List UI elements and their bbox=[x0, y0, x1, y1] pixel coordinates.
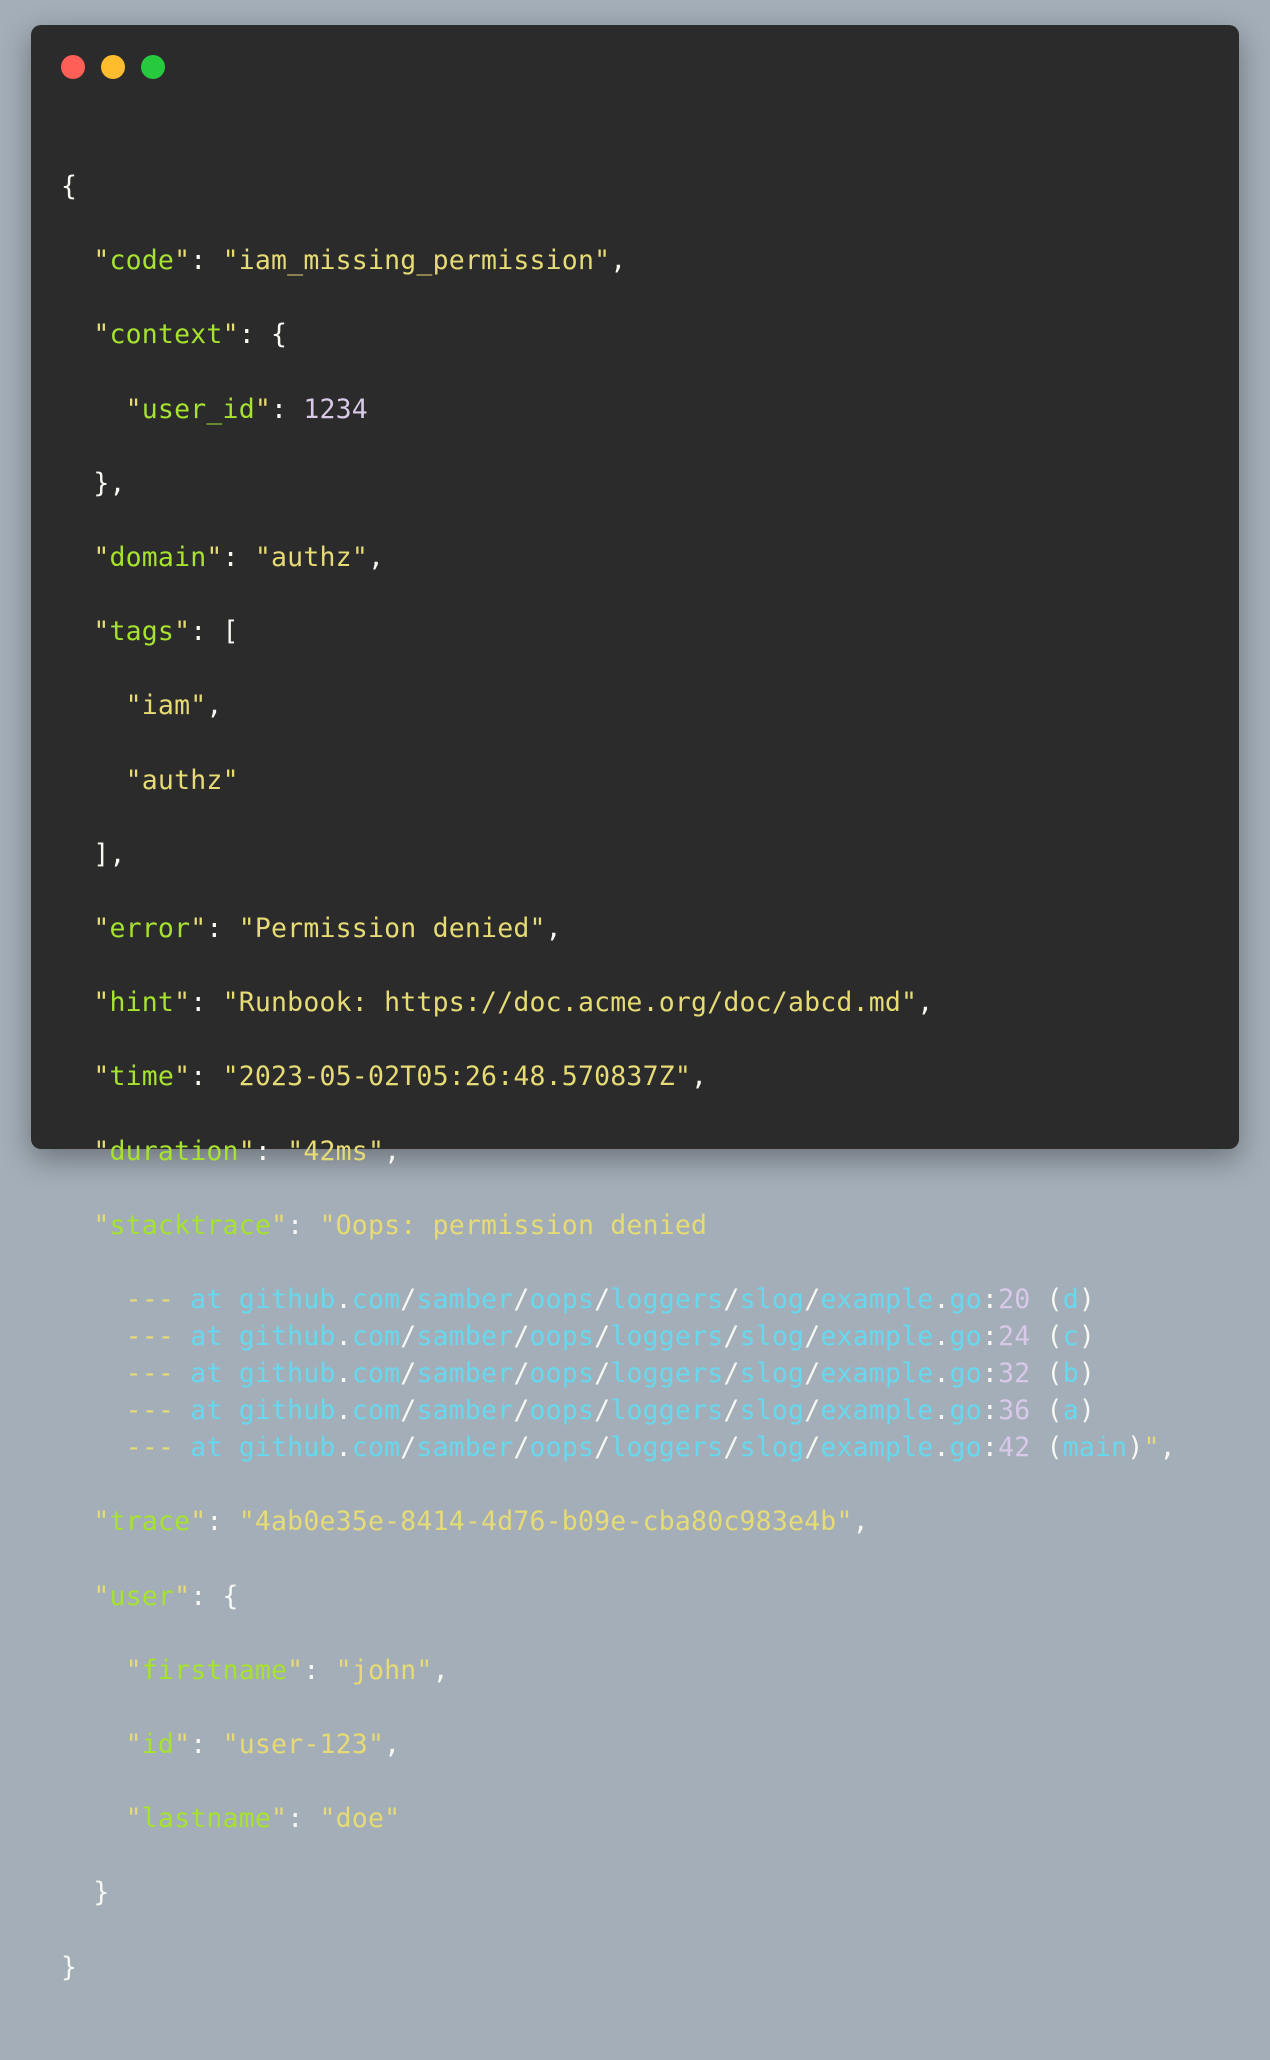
code-line: "user": { bbox=[93, 1580, 239, 1612]
frame-file: example bbox=[820, 1358, 934, 1390]
frame-file: example bbox=[820, 1283, 934, 1315]
frame-host2: com bbox=[351, 1321, 401, 1352]
stack-frame-line: --- at github.com/samber/oops/loggers/sl… bbox=[125, 1358, 1095, 1390]
frame-path-3: loggers bbox=[610, 1432, 724, 1464]
frame-line-number: 24 bbox=[998, 1321, 1031, 1352]
frame-host1: github bbox=[238, 1395, 336, 1427]
frame-file: example bbox=[820, 1432, 934, 1464]
stacktrace-head: Oops: permission denied bbox=[335, 1209, 708, 1241]
frame-function: main bbox=[1062, 1432, 1128, 1464]
domain-value: authz bbox=[271, 542, 352, 574]
time-value: 2023-05-02T05:26:48.570837Z bbox=[238, 1061, 675, 1093]
frame-ext: go bbox=[949, 1432, 982, 1464]
frame-path-1: samber bbox=[416, 1395, 514, 1427]
frame-line-number: 32 bbox=[998, 1358, 1031, 1390]
frame-path-4: slog bbox=[739, 1432, 805, 1464]
error-value: Permission denied bbox=[254, 912, 530, 944]
frame-path-2: oops bbox=[529, 1395, 595, 1427]
minimize-button[interactable] bbox=[101, 55, 125, 79]
code-line: "code": "iam_missing_permission", bbox=[93, 245, 627, 277]
code-line: }, bbox=[93, 467, 126, 499]
frame-ext: go bbox=[949, 1283, 982, 1315]
frame-line-number: 36 bbox=[998, 1395, 1031, 1427]
code-line: ], bbox=[93, 838, 126, 870]
frame-path-4: slog bbox=[739, 1358, 805, 1390]
tag-value: iam bbox=[141, 690, 191, 722]
code-line: "lastname": "doe" bbox=[125, 1803, 401, 1835]
code-line: "authz" bbox=[125, 764, 239, 796]
code-line: "context": { bbox=[93, 319, 288, 351]
code-line: "domain": "authz", bbox=[93, 542, 385, 574]
close-button[interactable] bbox=[61, 55, 85, 79]
code-line: "trace": "4ab0e35e-8414-4d76-b09e-cba80c… bbox=[93, 1506, 869, 1538]
code-line: { bbox=[61, 171, 78, 203]
frame-path-3: loggers bbox=[610, 1283, 724, 1315]
code-line: "user_id": 1234 bbox=[125, 393, 368, 425]
stack-frame-line: --- at github.com/samber/oops/loggers/sl… bbox=[125, 1395, 1095, 1427]
user-id-value: 1234 bbox=[303, 393, 368, 425]
stack-frame-line: --- at github.com/samber/oops/loggers/sl… bbox=[125, 1432, 1176, 1464]
frame-path-1: samber bbox=[416, 1358, 514, 1390]
frame-file: example bbox=[820, 1395, 934, 1427]
frame-path-4: slog bbox=[739, 1283, 805, 1315]
frame-path-2: oops bbox=[529, 1358, 595, 1390]
code-line: "stacktrace": "Oops: permission denied bbox=[93, 1209, 708, 1241]
frame-ext: go bbox=[949, 1395, 982, 1427]
frame-host2: com bbox=[351, 1358, 401, 1390]
frame-path-4: slog bbox=[739, 1395, 805, 1427]
code-window: { "code": "iam_missing_permission", "con… bbox=[31, 25, 1239, 1983]
frame-path-3: loggers bbox=[610, 1358, 724, 1390]
lastname-value: doe bbox=[335, 1803, 385, 1835]
maximize-button[interactable] bbox=[141, 55, 165, 79]
frame-path-2: oops bbox=[529, 1283, 595, 1315]
frame-path-2: oops bbox=[529, 1321, 595, 1352]
frame-path-1: samber bbox=[416, 1432, 514, 1464]
json-code-block: { "code": "iam_missing_permission", "con… bbox=[61, 131, 1237, 2060]
frame-host1: github bbox=[238, 1432, 336, 1464]
code-line: } bbox=[61, 1951, 78, 1983]
frame-ext: go bbox=[949, 1358, 982, 1390]
frame-host1: github bbox=[238, 1283, 336, 1315]
code-line: } bbox=[93, 1877, 110, 1909]
code-line: "tags": [ bbox=[93, 616, 239, 648]
code-value: iam_missing_permission bbox=[238, 245, 595, 277]
frame-path-1: samber bbox=[416, 1321, 514, 1352]
duration-value: 42ms bbox=[303, 1135, 368, 1167]
frame-function: d bbox=[1062, 1283, 1079, 1315]
frame-host1: github bbox=[238, 1321, 336, 1352]
frame-path-2: oops bbox=[529, 1432, 595, 1464]
frame-host2: com bbox=[351, 1432, 401, 1464]
code-line: "time": "2023-05-02T05:26:48.570837Z", bbox=[93, 1061, 708, 1093]
frame-path-4: slog bbox=[739, 1321, 805, 1352]
frame-path-1: samber bbox=[416, 1283, 514, 1315]
code-line: "iam", bbox=[125, 690, 223, 722]
frame-path-3: loggers bbox=[610, 1321, 724, 1352]
frame-function: c bbox=[1062, 1321, 1079, 1352]
stack-frame-line: --- at github.com/samber/oops/loggers/sl… bbox=[125, 1321, 1095, 1352]
tag-value: authz bbox=[141, 764, 223, 796]
hint-value: Runbook: https://doc.acme.org/doc/abcd.m… bbox=[238, 987, 902, 1019]
stack-frame-line: --- at github.com/samber/oops/loggers/sl… bbox=[125, 1283, 1095, 1315]
code-line: "firstname": "john", bbox=[125, 1654, 449, 1686]
code-line: "id": "user-123", bbox=[125, 1729, 401, 1761]
frame-line-number: 20 bbox=[998, 1283, 1031, 1315]
frame-host1: github bbox=[238, 1358, 336, 1390]
frame-path-3: loggers bbox=[610, 1395, 724, 1427]
frame-ext: go bbox=[949, 1321, 982, 1352]
code-line: "duration": "42ms", bbox=[93, 1135, 401, 1167]
frame-function: a bbox=[1062, 1395, 1079, 1427]
frame-function: b bbox=[1062, 1358, 1079, 1390]
code-line: "hint": "Runbook: https://doc.acme.org/d… bbox=[93, 987, 934, 1019]
firstname-value: john bbox=[351, 1654, 417, 1686]
user-id-string: user-123 bbox=[238, 1729, 368, 1761]
frame-line-number: 42 bbox=[998, 1432, 1031, 1464]
frame-host2: com bbox=[351, 1283, 401, 1315]
trace-value: 4ab0e35e-8414-4d76-b09e-cba80c983e4b bbox=[254, 1506, 837, 1538]
frame-file: example bbox=[820, 1321, 934, 1352]
code-line: "error": "Permission denied", bbox=[93, 912, 562, 944]
frame-host2: com bbox=[351, 1395, 401, 1427]
